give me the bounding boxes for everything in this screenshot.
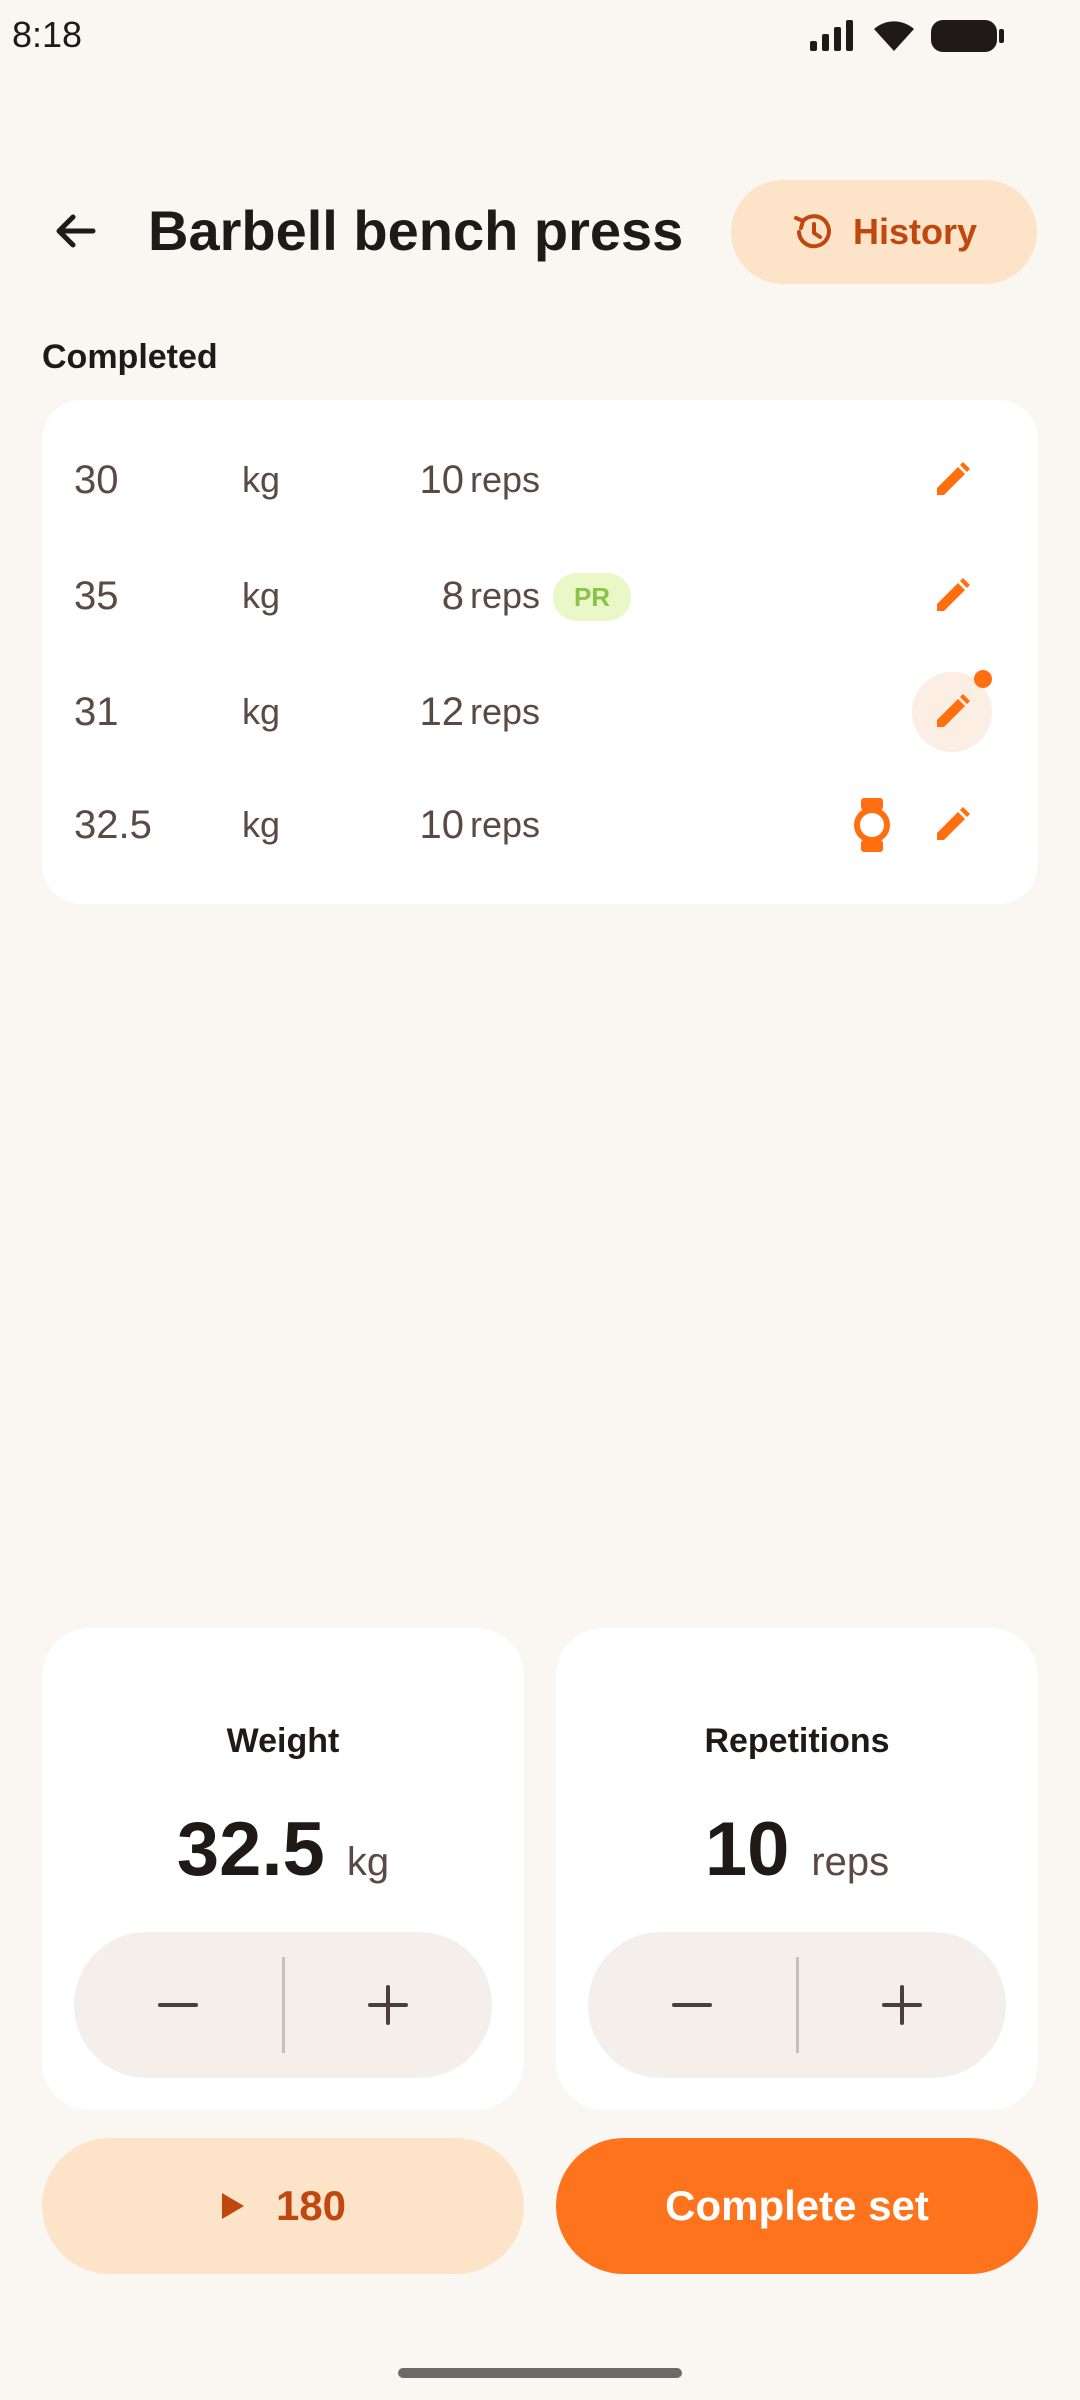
set-weight: 30 (74, 458, 119, 502)
set-weight-unit: kg (242, 459, 281, 500)
weight-card: Weight 32.5 kg (42, 1628, 524, 2110)
completed-section-label: Completed (42, 338, 218, 376)
set-reps-unit: reps (470, 691, 541, 732)
set-reps-unit: reps (470, 804, 541, 845)
set-weight: 35 (74, 574, 119, 618)
repetitions-card: Repetitions 10 reps (556, 1628, 1038, 2110)
repetitions-stepper (588, 1932, 1006, 2078)
battery-icon (930, 18, 1006, 59)
weight-value-display: 32.5 kg (42, 1806, 524, 1893)
repetitions-increase-button[interactable] (799, 1932, 1007, 2078)
set-row: 30 kg 10 reps (42, 425, 1038, 535)
weight-decrease-button[interactable] (74, 1932, 282, 2078)
signal-icon (808, 19, 858, 58)
rest-timer-label: 180 (275, 2182, 347, 2229)
set-row: 32.5 kg 10 reps (42, 770, 1038, 880)
watch-icon (842, 795, 902, 855)
set-weight: 32.5 (74, 803, 152, 847)
edit-icon (937, 578, 970, 611)
set-weight: 31 (74, 690, 119, 734)
play-icon (221, 2193, 244, 2219)
edit-icon (937, 807, 970, 840)
status-time: 8:18 (12, 14, 83, 55)
edit-set-button[interactable] (912, 785, 992, 865)
minus-icon (671, 2003, 712, 2007)
workout-screen: 8:18 Barbell bench press History Complet… (0, 0, 1080, 2400)
edit-icon (937, 694, 970, 727)
set-weight-unit: kg (242, 575, 281, 616)
weight-increase-button[interactable] (285, 1932, 493, 2078)
edit-icon (937, 462, 970, 495)
plus-icon (882, 1985, 923, 2025)
set-reps: 10 (419, 458, 465, 502)
edit-set-button-active[interactable] (912, 670, 992, 752)
history-label: History (852, 211, 978, 252)
page-title: Barbell bench press (148, 199, 684, 262)
weight-stepper (74, 1932, 492, 2078)
set-row: 35 kg 8 reps PR (42, 541, 1038, 651)
set-reps-unit: reps (470, 459, 541, 500)
history-button[interactable]: History (731, 180, 1037, 284)
complete-set-button[interactable]: Complete set (556, 2138, 1038, 2274)
edit-set-button[interactable] (912, 440, 992, 520)
back-arrow-icon (56, 214, 96, 248)
weight-value: 32.5 (176, 1807, 325, 1892)
complete-set-label: Complete set (665, 2182, 929, 2229)
minus-icon (157, 2003, 198, 2007)
completed-sets-list: 30 kg 10 reps 35 kg 8 reps PR 31 kg 12 r… (42, 400, 1038, 904)
status-bar: 8:18 (0, 0, 1080, 70)
weight-label: Weight (226, 1722, 340, 1760)
set-reps: 12 (419, 690, 465, 734)
set-row: 31 kg 12 reps (42, 657, 1038, 767)
history-icon (793, 214, 831, 249)
set-weight-unit: kg (242, 691, 281, 732)
wifi-icon (872, 19, 916, 58)
weight-unit: kg (346, 1840, 390, 1884)
repetitions-value-display: 10 reps (556, 1806, 1038, 1893)
home-indicator[interactable] (398, 2368, 682, 2378)
set-weight-unit: kg (242, 804, 281, 845)
plus-icon (368, 1985, 409, 2025)
back-button[interactable] (40, 196, 110, 266)
repetitions-unit: reps (811, 1840, 890, 1884)
set-reps: 10 (419, 803, 465, 847)
rest-timer-button[interactable]: 180 (42, 2138, 524, 2274)
status-icons (808, 18, 1006, 59)
pr-badge: PR (553, 573, 631, 621)
repetitions-decrease-button[interactable] (588, 1932, 796, 2078)
edit-set-button[interactable] (912, 556, 992, 636)
notification-dot (974, 670, 992, 688)
set-reps: 8 (441, 574, 464, 618)
repetitions-value: 10 (704, 1807, 790, 1892)
set-reps-unit: reps (470, 575, 541, 616)
repetitions-label: Repetitions (704, 1722, 890, 1760)
